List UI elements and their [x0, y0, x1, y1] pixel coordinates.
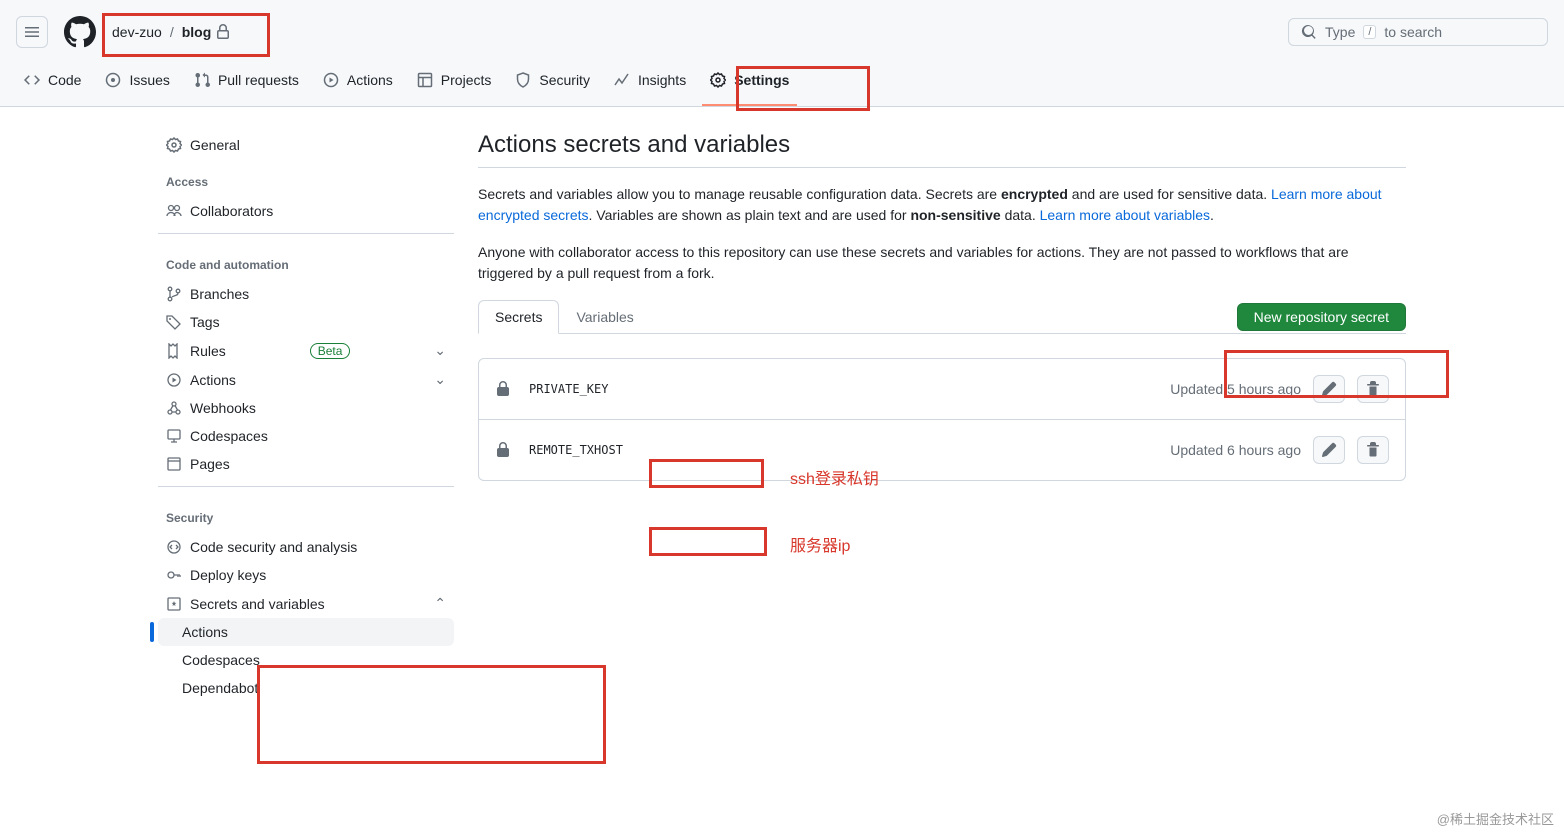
- chevron-up-icon: ⌃: [434, 595, 446, 612]
- sidebar-heading-access: Access: [158, 159, 454, 197]
- menu-button[interactable]: [16, 16, 48, 48]
- delete-secret-button[interactable]: [1357, 375, 1389, 403]
- sidebar-actions[interactable]: Actions⌄: [158, 365, 454, 394]
- page-description-2: Anyone with collaborator access to this …: [478, 242, 1406, 284]
- pencil-icon: [1321, 442, 1337, 458]
- secret-updated: Updated 5 hours ago: [1170, 381, 1301, 397]
- secret-row: REMOTE_TXHOST Updated 6 hours ago: [479, 420, 1405, 480]
- secret-row: PRIVATE_KEY Updated 5 hours ago: [479, 359, 1405, 420]
- secret-name: REMOTE_TXHOST: [523, 441, 629, 459]
- sidebar-codespaces[interactable]: Codespaces: [158, 422, 454, 450]
- sidebar-heading-security: Security: [158, 495, 454, 533]
- sidebar-pages[interactable]: Pages: [158, 450, 454, 478]
- sidebar-general[interactable]: General: [158, 131, 454, 159]
- annotation-text: 服务器ip: [790, 532, 850, 556]
- chevron-down-icon: ⌄: [434, 342, 446, 359]
- tab-variables[interactable]: Variables: [559, 300, 650, 334]
- link-variables[interactable]: Learn more about variables: [1040, 207, 1210, 223]
- breadcrumb-owner[interactable]: dev-zuo: [112, 24, 162, 40]
- chevron-down-icon: ⌄: [434, 371, 446, 388]
- lock-icon: [215, 24, 231, 40]
- search-icon: [1301, 24, 1317, 40]
- sidebar-rules[interactable]: RulesBeta⌄: [158, 336, 454, 365]
- sidebar-code-security[interactable]: Code security and analysis: [158, 533, 454, 561]
- sidebar-branches[interactable]: Branches: [158, 280, 454, 308]
- edit-secret-button[interactable]: [1313, 375, 1345, 403]
- pencil-icon: [1321, 381, 1337, 397]
- sidebar-sv-dependabot[interactable]: Dependabot: [158, 674, 454, 702]
- new-repository-secret-button[interactable]: New repository secret: [1237, 303, 1406, 331]
- sidebar-sv-actions[interactable]: Actions: [158, 618, 454, 646]
- sidebar-deploy-keys[interactable]: Deploy keys: [158, 561, 454, 589]
- sidebar-collaborators[interactable]: Collaborators: [158, 197, 454, 225]
- secret-name: PRIVATE_KEY: [523, 380, 614, 398]
- nav-actions[interactable]: Actions: [315, 64, 401, 106]
- nav-issues[interactable]: Issues: [97, 64, 177, 106]
- breadcrumb-repo[interactable]: blog: [182, 24, 212, 40]
- nav-insights[interactable]: Insights: [606, 64, 694, 106]
- github-logo-icon[interactable]: [64, 16, 96, 48]
- sidebar-webhooks[interactable]: Webhooks: [158, 394, 454, 422]
- nav-projects[interactable]: Projects: [409, 64, 500, 106]
- watermark: @稀土掘金技术社区: [1437, 809, 1554, 828]
- trash-icon: [1365, 381, 1381, 397]
- breadcrumb: dev-zuo / blog: [112, 24, 231, 40]
- search-input[interactable]: Type / to search: [1288, 18, 1548, 46]
- sidebar-tags[interactable]: Tags: [158, 308, 454, 336]
- sidebar-heading-code-auto: Code and automation: [158, 242, 454, 280]
- settings-sidebar: General Access Collaborators Code and au…: [158, 131, 454, 702]
- delete-secret-button[interactable]: [1357, 436, 1389, 464]
- lock-icon: [495, 381, 511, 397]
- edit-secret-button[interactable]: [1313, 436, 1345, 464]
- tab-secrets[interactable]: Secrets: [478, 300, 559, 334]
- sidebar-secrets-vars[interactable]: Secrets and variables⌃: [158, 589, 454, 618]
- trash-icon: [1365, 442, 1381, 458]
- annotation-text: ssh登录私钥: [790, 465, 879, 489]
- nav-settings[interactable]: Settings: [702, 64, 797, 106]
- lock-icon: [495, 442, 511, 458]
- sidebar-sv-codespaces[interactable]: Codespaces: [158, 646, 454, 674]
- nav-security[interactable]: Security: [507, 64, 598, 106]
- page-title: Actions secrets and variables: [478, 131, 1406, 168]
- secrets-list: PRIVATE_KEY Updated 5 hours ago REMOTE_T…: [478, 358, 1406, 481]
- nav-code[interactable]: Code: [16, 64, 89, 106]
- nav-pulls[interactable]: Pull requests: [186, 64, 307, 106]
- secret-updated: Updated 6 hours ago: [1170, 442, 1301, 458]
- page-description-1: Secrets and variables allow you to manag…: [478, 184, 1406, 226]
